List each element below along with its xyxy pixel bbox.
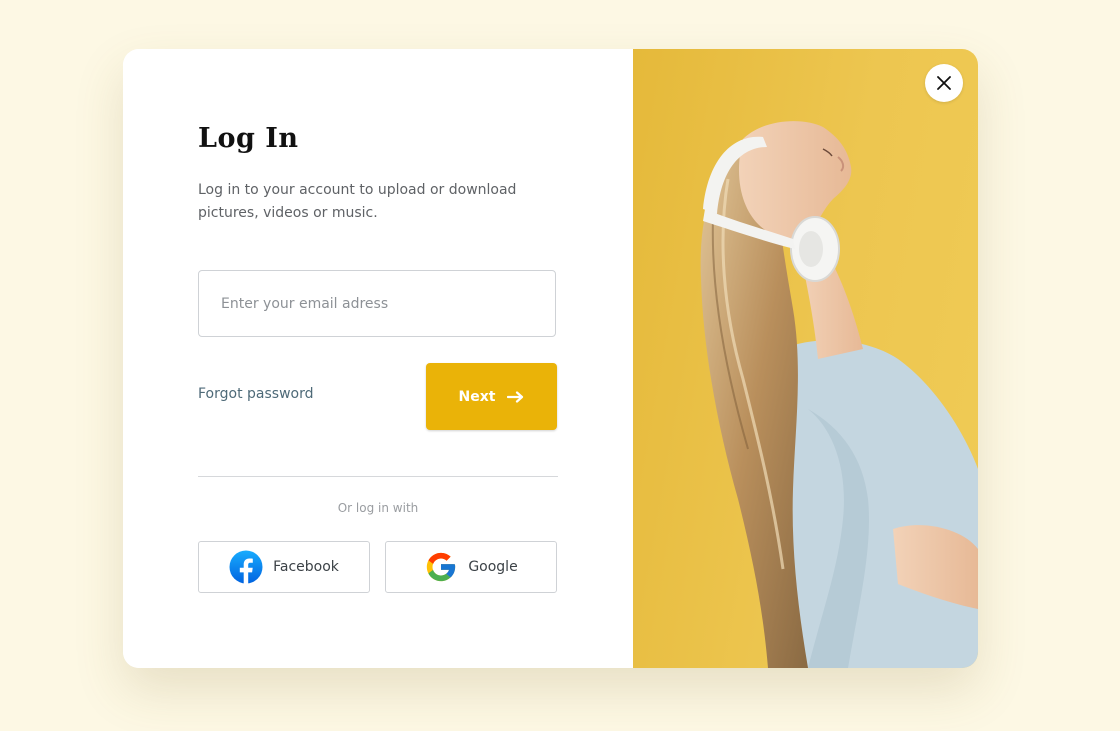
close-button[interactable]: [925, 64, 963, 102]
email-field[interactable]: [198, 270, 556, 337]
arrow-right-icon: [507, 390, 524, 403]
hero-photo: [633, 49, 978, 668]
forgot-password-link[interactable]: Forgot password: [198, 386, 314, 402]
login-modal: Log In Log in to your account to upload …: [123, 49, 978, 668]
login-subtitle: Log in to your account to upload or down…: [198, 182, 517, 221]
facebook-login-label: Facebook: [273, 559, 339, 575]
page-title: Log In: [198, 123, 299, 154]
next-button[interactable]: Next: [426, 363, 557, 430]
google-logo-icon: [424, 550, 458, 584]
social-login-caption: Or log in with: [337, 501, 419, 515]
login-form-panel: Log In Log in to your account to upload …: [123, 49, 633, 668]
google-login-button[interactable]: Google: [385, 541, 557, 593]
facebook-login-button[interactable]: Facebook: [198, 541, 370, 593]
google-login-label: Google: [468, 559, 518, 575]
close-icon: [937, 76, 951, 90]
divider: [198, 476, 558, 477]
facebook-logo-icon: [229, 550, 263, 584]
next-button-label: Next: [458, 388, 496, 405]
